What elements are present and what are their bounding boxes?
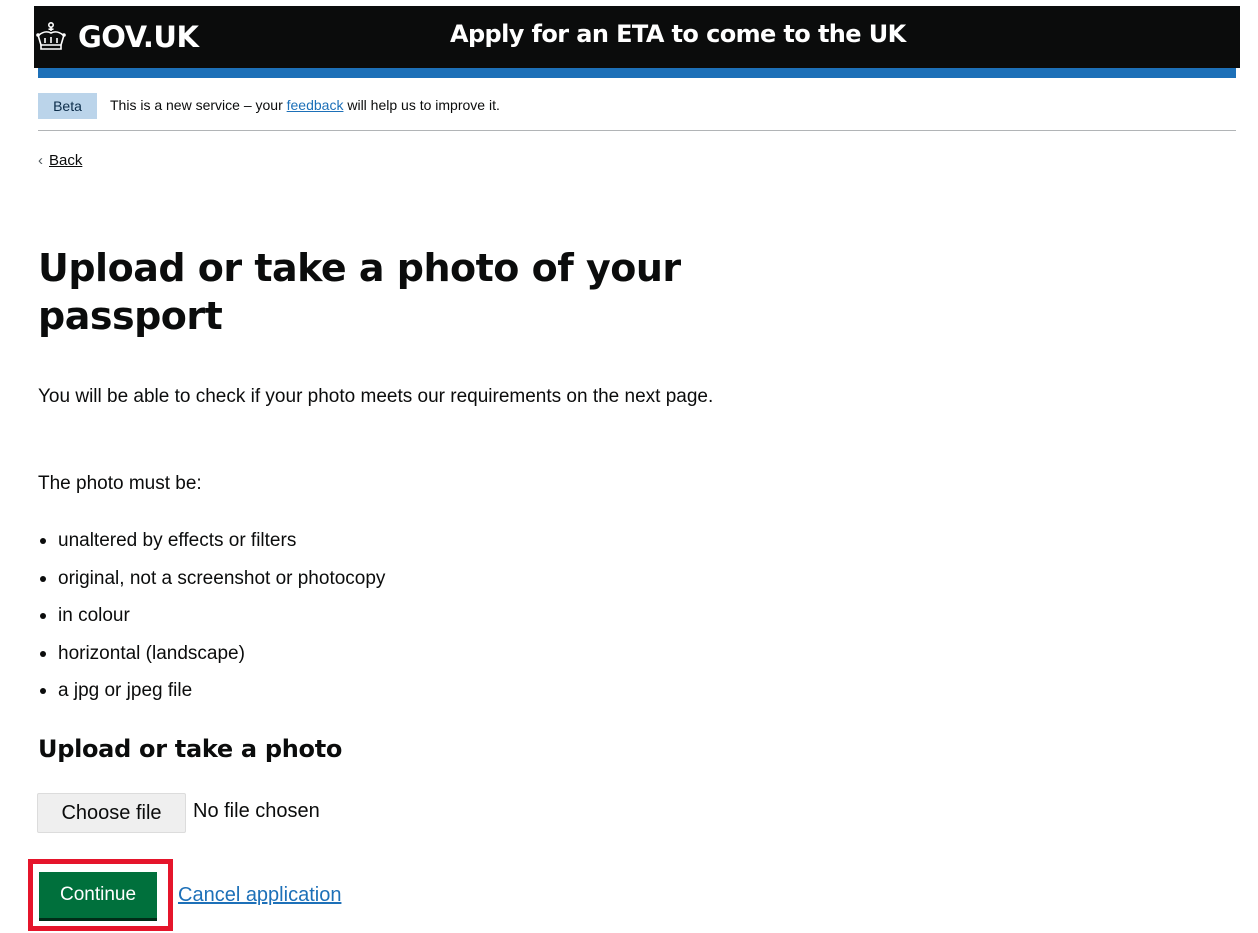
requirements-list: unaltered by effects or filters original… [38, 522, 385, 710]
beta-tag: Beta [38, 93, 97, 119]
cancel-application-link[interactable]: Cancel application [178, 884, 341, 907]
back-link[interactable]: ‹ Back [38, 152, 82, 169]
choose-file-button[interactable]: Choose file [37, 793, 186, 833]
list-item: in colour [38, 597, 385, 635]
phase-banner: Beta This is a new service – your feedba… [38, 88, 1236, 131]
list-item: horizontal (landscape) [38, 635, 385, 673]
list-item: a jpg or jpeg file [38, 672, 385, 710]
back-link-label: Back [49, 152, 83, 169]
logo-text: GOV.UK [78, 20, 199, 54]
list-item: unaltered by effects or filters [38, 522, 385, 560]
upload-heading: Upload or take a photo [38, 735, 343, 763]
page-title: Upload or take a photo of your passport [38, 246, 681, 338]
feedback-link[interactable]: feedback [287, 97, 344, 113]
intro-paragraph: You will be able to check if your photo … [38, 386, 714, 407]
crown-icon [36, 21, 66, 50]
site-header: GOV.UK Apply for an ETA to come to the U… [34, 6, 1240, 68]
requirements-intro: The photo must be: [38, 473, 202, 494]
phase-text-after: will help us to improve it. [343, 97, 500, 113]
phase-banner-text: This is a new service – your feedback wi… [110, 97, 500, 113]
govuk-logo-link[interactable]: GOV.UK [34, 16, 199, 58]
header-accent-bar [38, 68, 1236, 78]
service-name[interactable]: Apply for an ETA to come to the UK [450, 20, 906, 48]
file-status: No file chosen [193, 800, 320, 822]
continue-button[interactable]: Continue [39, 872, 157, 918]
list-item: original, not a screenshot or photocopy [38, 560, 385, 598]
phase-text-before: This is a new service – your [110, 97, 287, 113]
chevron-left-icon: ‹ [38, 152, 43, 169]
